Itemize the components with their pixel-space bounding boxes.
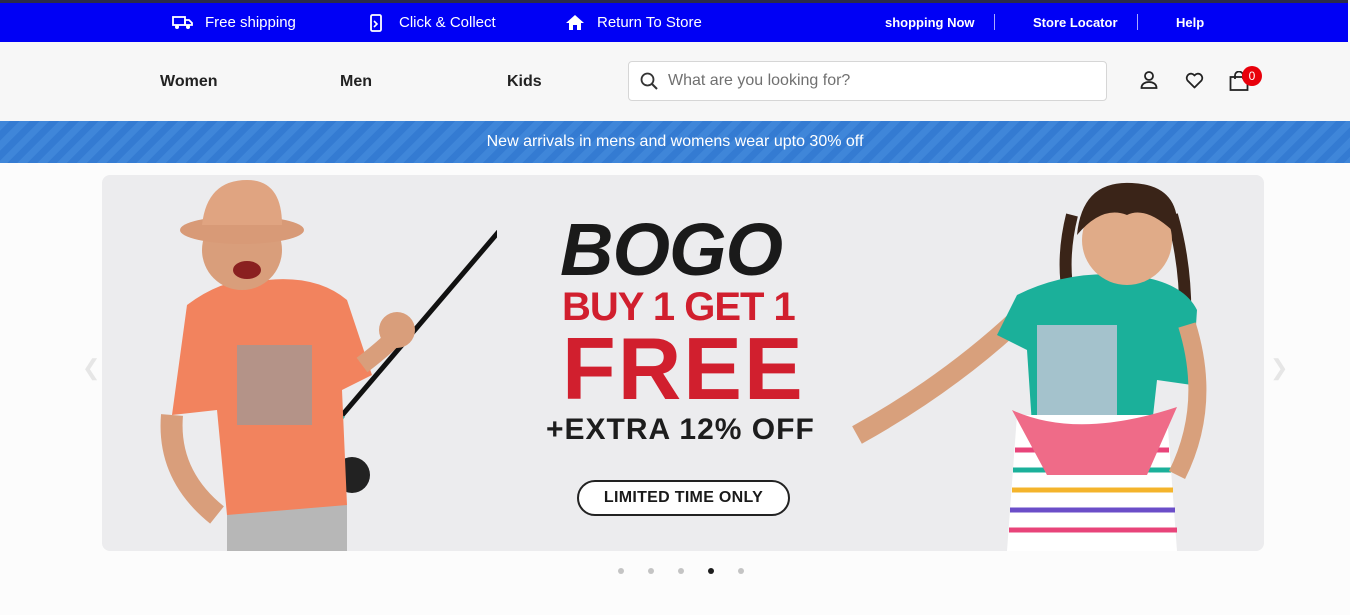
carousel-dot[interactable] xyxy=(678,568,684,574)
carousel-dot[interactable] xyxy=(618,568,624,574)
limited-time-badge[interactable]: LIMITED TIME ONLY xyxy=(577,480,790,516)
click-collect-label: Click & Collect xyxy=(399,14,496,31)
carousel-next-arrow-icon[interactable]: ❯ xyxy=(1270,355,1288,381)
carousel-dots xyxy=(618,568,768,574)
divider xyxy=(994,14,995,30)
shopping-now-link[interactable]: shopping Now xyxy=(885,3,975,42)
divider xyxy=(1137,14,1138,30)
boy-with-fishing-rod-image xyxy=(160,180,497,551)
promo-banner[interactable]: New arrivals in mens and womens wear upt… xyxy=(0,121,1350,163)
nav-men[interactable]: Men xyxy=(340,42,372,121)
return-to-store-link[interactable]: Return To Store xyxy=(565,3,702,42)
truck-icon xyxy=(172,16,193,29)
mobile-click-icon xyxy=(370,13,382,32)
store-locator-link[interactable]: Store Locator xyxy=(1033,3,1118,42)
help-link[interactable]: Help xyxy=(1176,3,1204,42)
free-text: FREE xyxy=(562,319,805,418)
home-icon xyxy=(566,15,584,30)
carousel-dot[interactable] xyxy=(648,568,654,574)
click-collect-link[interactable]: Click & Collect xyxy=(369,3,496,42)
heart-icon[interactable] xyxy=(1185,72,1204,89)
search-input[interactable] xyxy=(668,72,1088,90)
top-bar: Free shipping Click & Collect Return To … xyxy=(0,0,1348,42)
free-shipping-link[interactable]: Free shipping xyxy=(172,3,296,42)
cart-count-badge: 0 xyxy=(1242,66,1262,86)
hero-banner[interactable]: BOGO BUY 1 GET 1 FREE +EXTRA 12% OFF LIM… xyxy=(102,175,1264,551)
carousel-dot-active[interactable] xyxy=(708,568,714,574)
return-to-store-label: Return To Store xyxy=(597,14,702,31)
nav-kids[interactable]: Kids xyxy=(507,42,542,121)
page: Free shipping Click & Collect Return To … xyxy=(0,0,1350,615)
search-icon xyxy=(640,72,658,90)
free-shipping-label: Free shipping xyxy=(205,14,296,31)
user-icon[interactable] xyxy=(1140,70,1158,90)
nav-women[interactable]: Women xyxy=(160,42,217,121)
girl-in-green-tshirt-image xyxy=(852,182,1207,551)
extra-discount-text: +EXTRA 12% OFF xyxy=(546,413,815,446)
carousel-prev-arrow-icon[interactable]: ❮ xyxy=(82,355,100,381)
bogo-headline: BOGO xyxy=(560,208,783,291)
main-header: Women Men Kids xyxy=(0,42,1350,121)
search-box xyxy=(628,61,1107,101)
carousel-dot[interactable] xyxy=(738,568,744,574)
